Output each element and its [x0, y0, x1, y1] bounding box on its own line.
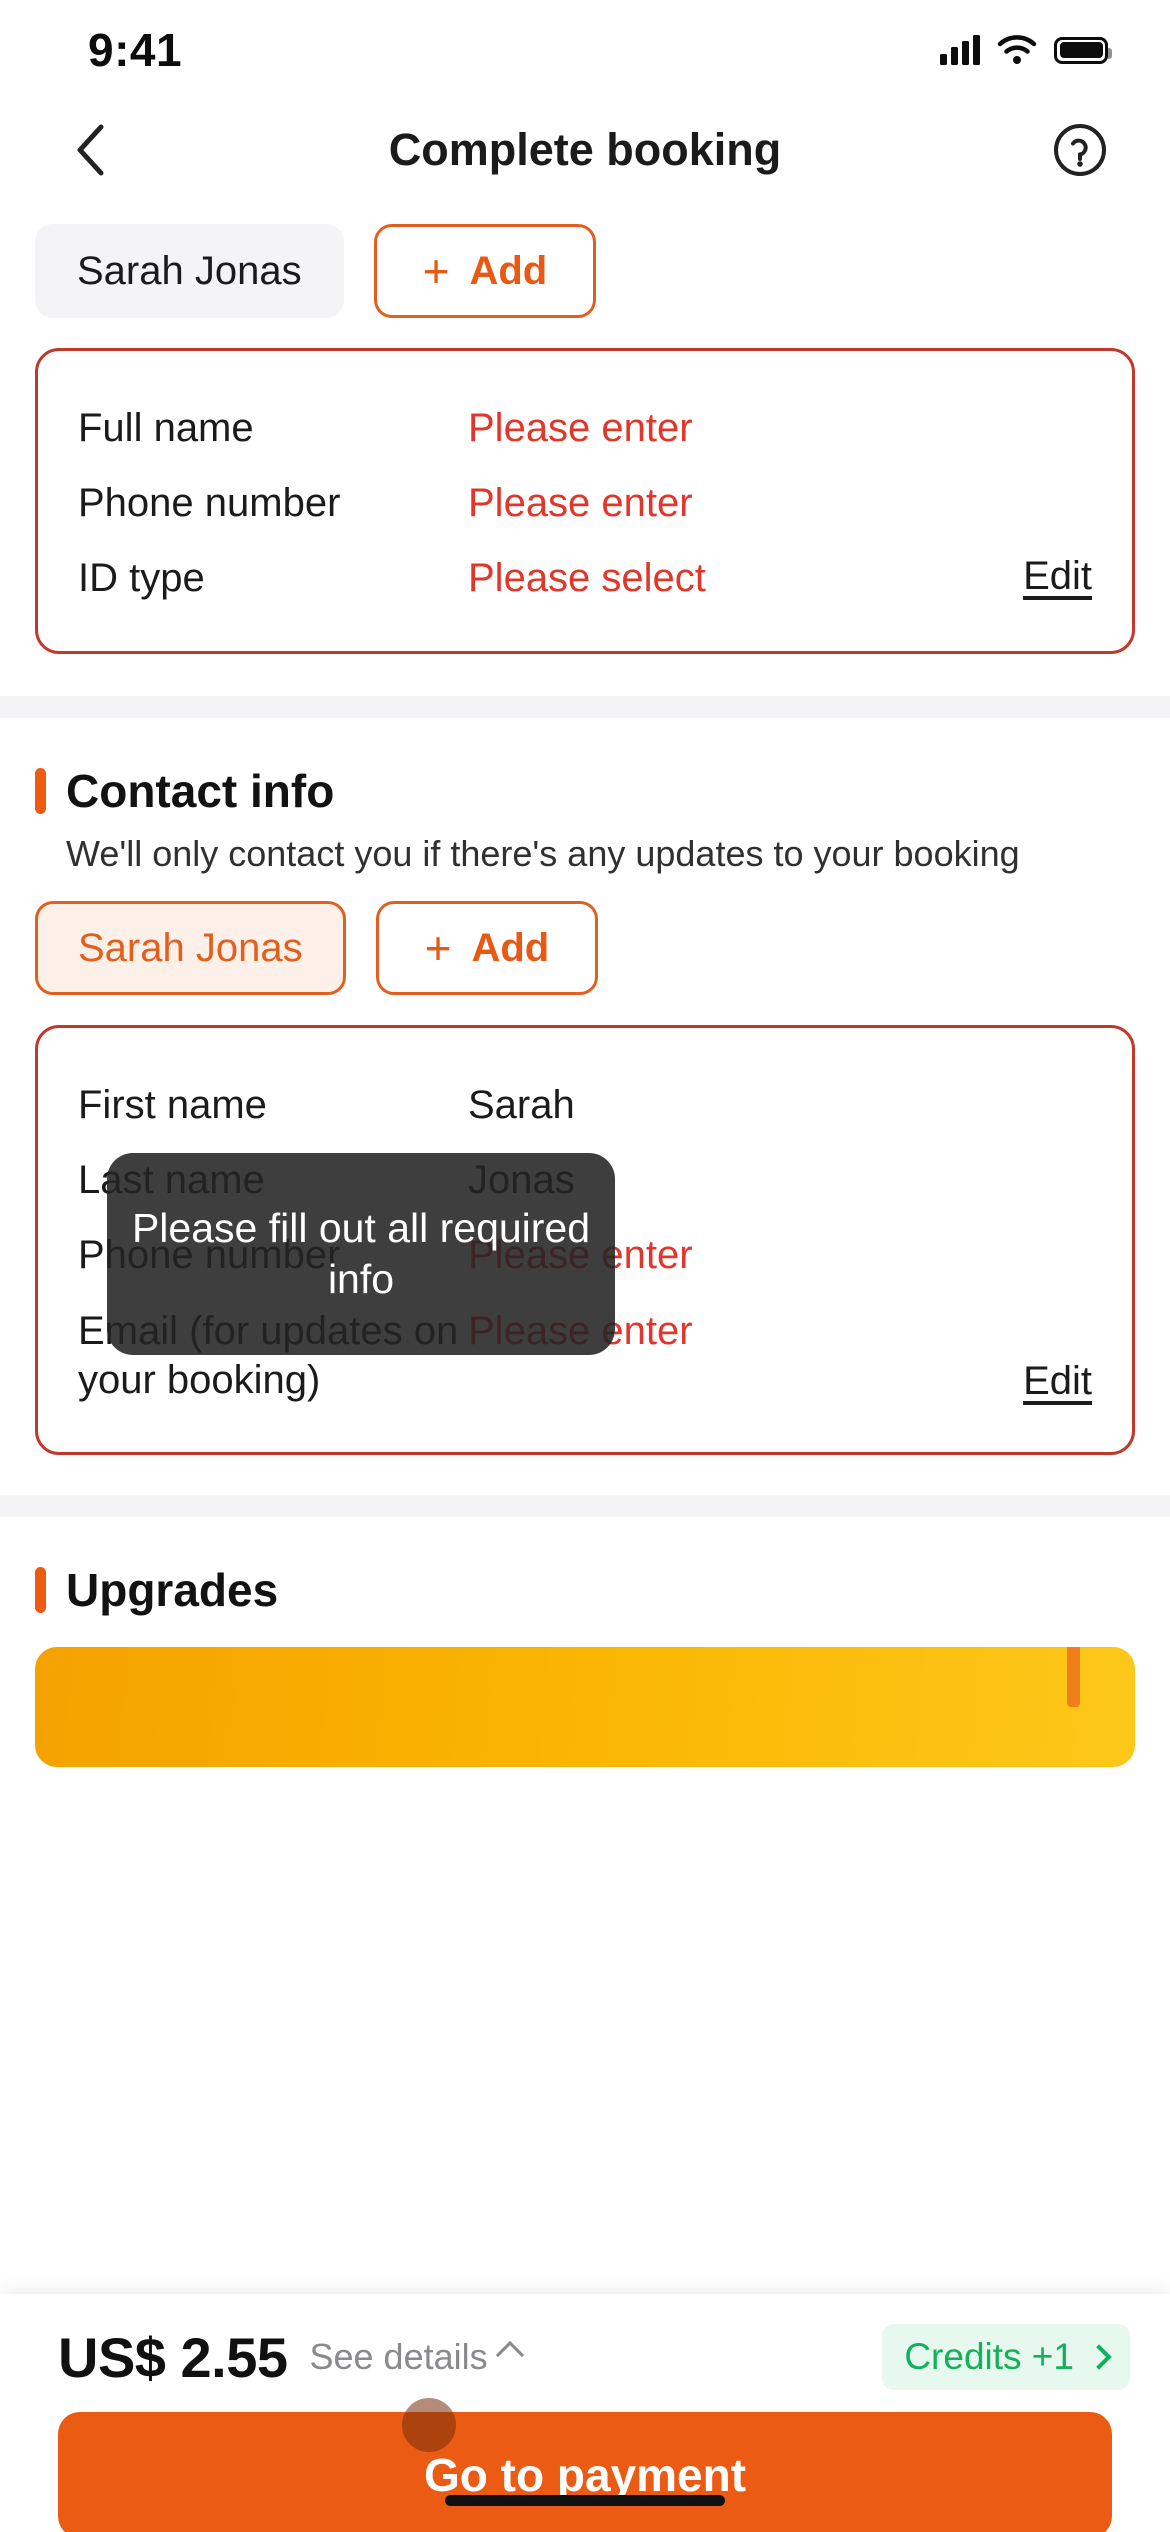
upgrades-banner[interactable]	[35, 1647, 1135, 1768]
passenger-form-card: Full name Please enter Phone number Plea…	[35, 348, 1135, 654]
go-to-payment-label: Go to payment	[423, 2449, 747, 2501]
credits-label: Credits +1	[904, 2336, 1074, 2377]
chevron-right-icon	[1086, 2344, 1112, 2370]
bottom-bar: US$ 2.55 See details Credits +1 Go to pa…	[0, 2294, 1170, 2532]
see-details-label: See details	[309, 2336, 488, 2377]
upgrades-title: Upgrades	[66, 1564, 279, 1617]
help-circle-icon[interactable]	[1048, 118, 1112, 182]
add-passenger-button[interactable]: + Add	[373, 224, 597, 318]
field-label: First name	[78, 1083, 267, 1128]
app-screen: 9:41 Complete booking Sarah Jonas + Add …	[0, 0, 1170, 2532]
contact-chip[interactable]: Sarah Jonas	[35, 901, 346, 996]
contact-info-subtitle: We'll only contact you if there's any up…	[66, 832, 1020, 874]
field-value: Please select	[468, 556, 706, 601]
section-divider	[0, 1495, 1170, 1518]
edit-passenger-link[interactable]: Edit	[1023, 554, 1092, 599]
field-value: Please enter	[468, 406, 693, 450]
passenger-chip[interactable]: Sarah Jonas	[35, 224, 344, 318]
status-bar-indicators	[940, 35, 1112, 65]
total-price: US$ 2.55	[58, 2325, 288, 2389]
touch-indicator	[402, 2398, 456, 2452]
field-value: Sarah	[468, 1083, 575, 1128]
passenger-section: Sarah Jonas + Add Full name Please enter…	[0, 200, 1170, 696]
banner-tick-icon	[1067, 1647, 1080, 1708]
home-indicator	[445, 2495, 725, 2506]
battery-icon	[1054, 36, 1112, 64]
toast-message: Please fill out all required info	[107, 1153, 615, 1355]
accent-bar	[35, 767, 46, 814]
field-label: Phone number	[78, 481, 341, 526]
form-row[interactable]: First name Sarah	[78, 1068, 1092, 1143]
navigation-header: Complete booking	[0, 100, 1170, 200]
passenger-chip-row: Sarah Jonas + Add	[35, 200, 1135, 348]
credits-badge[interactable]: Credits +1	[882, 2324, 1130, 2390]
add-passenger-label: Add	[469, 248, 548, 293]
page-title: Complete booking	[388, 124, 782, 175]
chevron-up-icon	[495, 2340, 524, 2370]
add-contact-button[interactable]: + Add	[375, 901, 599, 996]
go-to-payment-button[interactable]: Go to payment	[58, 2398, 1112, 2532]
accent-bar	[35, 1567, 46, 1614]
wifi-icon	[997, 35, 1037, 65]
contact-chip-row: Sarah Jonas + Add	[35, 877, 1135, 1025]
upgrades-heading: Upgrades	[35, 1517, 1135, 1617]
form-row[interactable]: Phone number Please enter	[78, 466, 1092, 541]
field-label: Full name	[78, 406, 254, 450]
section-divider	[0, 695, 1170, 718]
cellular-signal-icon	[940, 35, 980, 65]
form-row[interactable]: ID type Please select Edit	[78, 541, 1092, 616]
form-row[interactable]: Full name Please enter	[78, 391, 1092, 466]
plus-icon: +	[424, 922, 452, 975]
contact-info-heading: Contact info	[35, 718, 1135, 818]
plus-icon: +	[422, 245, 450, 297]
field-value: Please enter	[468, 481, 693, 526]
add-contact-label: Add	[471, 925, 550, 970]
back-button[interactable]	[58, 118, 122, 182]
toast-text: Please fill out all required info	[131, 1204, 591, 1302]
contact-info-title: Contact info	[66, 764, 335, 817]
field-label: ID type	[78, 556, 205, 601]
see-details-button[interactable]: See details	[309, 2336, 524, 2378]
status-bar: 9:41	[0, 0, 1170, 100]
status-bar-time: 9:41	[88, 24, 183, 76]
upgrades-section: Upgrades	[0, 1517, 1170, 1768]
edit-contact-link[interactable]: Edit	[1023, 1359, 1092, 1404]
contact-info-section: Contact info We'll only contact you if t…	[0, 717, 1170, 1496]
price-row: US$ 2.55 See details Credits +1	[0, 2294, 1170, 2390]
